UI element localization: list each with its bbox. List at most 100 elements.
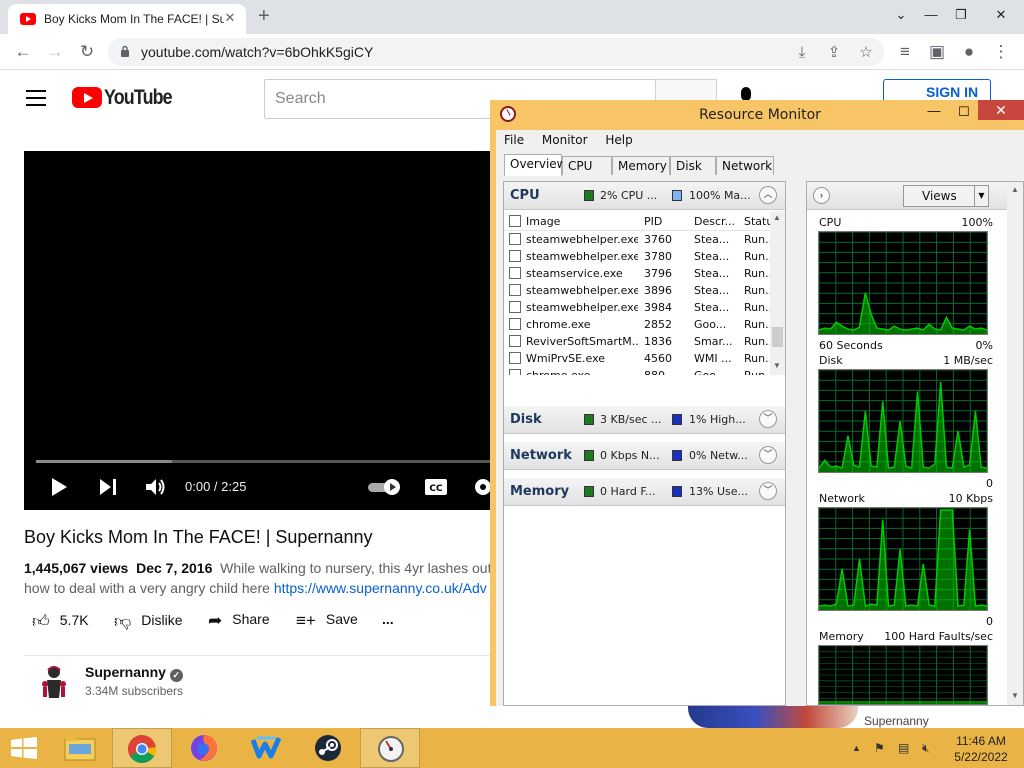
process-row[interactable]: chrome.exe 2852 Goo... Run... — [504, 316, 770, 333]
browser-tab[interactable]: Boy Kicks Mom In The FACE! | Supernanny … — [8, 4, 246, 34]
col-pid[interactable]: PID — [644, 215, 662, 228]
share-button[interactable]: ➦ Share — [208, 611, 270, 631]
scroll-down-icon[interactable]: ▼ — [773, 361, 781, 370]
disk-section-header[interactable]: Disk 3 KB/sec ... 1% High... ﹀ — [504, 406, 785, 434]
youtube-logo-icon[interactable] — [72, 87, 102, 108]
media-icon[interactable]: ≡ — [894, 41, 916, 63]
process-row[interactable]: steamwebhelper.exe 3984 Stea... Run... — [504, 299, 770, 316]
process-row[interactable]: steamwebhelper.exe 3760 Stea... Run... — [504, 231, 770, 248]
taskbar-file-explorer[interactable] — [50, 728, 110, 768]
process-checkbox[interactable] — [509, 284, 521, 296]
collapse-graph-pane-icon[interactable]: › — [813, 187, 830, 204]
share-icon[interactable]: ⇪ — [824, 43, 844, 63]
views-dropdown[interactable]: Views ▼ — [903, 185, 989, 207]
taskbar-resource-monitor[interactable] — [360, 728, 420, 768]
back-icon[interactable]: ← — [12, 41, 34, 63]
action-center-flag-icon[interactable]: ⚑ — [874, 741, 885, 755]
process-checkbox[interactable] — [509, 267, 521, 279]
profile-icon[interactable]: ● — [958, 41, 980, 63]
close-window-icon[interactable]: ✕ — [986, 2, 1016, 28]
memory-section-header[interactable]: Memory 0 Hard F... 13% Use... ﹀ — [504, 478, 785, 506]
video-player[interactable]: 0:00 / 2:25 CC — [24, 151, 490, 510]
play-icon[interactable] — [50, 477, 68, 497]
scroll-up-icon[interactable]: ▲ — [773, 213, 781, 222]
rm-close-icon[interactable]: ✕ — [978, 100, 1024, 120]
rm-minimize-icon[interactable]: — — [922, 103, 946, 123]
tab-disk[interactable]: Disk — [670, 156, 716, 175]
process-checkbox[interactable] — [509, 318, 521, 330]
scrollbar-thumb[interactable] — [772, 327, 783, 347]
process-checkbox[interactable] — [509, 335, 521, 347]
network-section-header[interactable]: Network 0 Kbps N... 0% Netw... ﹀ — [504, 442, 785, 470]
next-icon[interactable] — [98, 478, 118, 496]
process-row[interactable]: steamservice.exe 3796 Stea... Run... — [504, 265, 770, 282]
autoplay-toggle[interactable] — [368, 479, 402, 495]
expand-chevron-icon[interactable]: ﹀ — [759, 482, 777, 500]
select-all-checkbox[interactable] — [509, 215, 521, 227]
process-row[interactable]: steamwebhelper.exe 3780 Stea... Run... — [504, 248, 770, 265]
tab-memory[interactable]: Memory — [612, 156, 670, 175]
show-hidden-icons[interactable]: ▲ — [852, 743, 861, 753]
star-icon[interactable]: ☆ — [856, 43, 876, 63]
network-status-icon[interactable]: ▤ — [898, 741, 909, 755]
col-status[interactable]: Statu — [744, 215, 773, 228]
install-icon[interactable]: ⤓ — [792, 43, 812, 63]
volume-icon[interactable] — [145, 477, 167, 497]
menu-monitor[interactable]: Monitor — [542, 133, 588, 147]
process-checkbox[interactable] — [509, 233, 521, 245]
dislike-button[interactable]: 👎︎ Dislike — [114, 611, 183, 631]
hamburger-icon[interactable] — [26, 90, 46, 106]
pane-splitter[interactable] — [791, 181, 803, 706]
process-row[interactable]: chrome.exe 880 Goo... Run... — [504, 367, 770, 375]
sign-in-button[interactable]: SIGN IN — [883, 79, 991, 101]
scroll-up-icon[interactable]: ▲ — [1011, 185, 1019, 194]
process-scrollbar[interactable]: ▲ ▼ — [770, 211, 785, 375]
mic-icon[interactable] — [741, 87, 751, 101]
process-checkbox[interactable] — [509, 301, 521, 313]
tab-network[interactable]: Network — [716, 156, 774, 175]
rm-titlebar[interactable]: Resource Monitor — ☐ ✕ — [490, 100, 1024, 130]
video-description[interactable]: how to deal with a very angry child here… — [24, 580, 494, 596]
sidepanel-icon[interactable]: ▣ — [926, 41, 948, 63]
more-actions-button[interactable]: ... — [382, 611, 394, 631]
col-image[interactable]: Image — [526, 215, 560, 228]
menu-file[interactable]: File — [504, 133, 524, 147]
taskbar-steam[interactable] — [298, 728, 358, 768]
process-row[interactable]: ReviverSoftSmartM... 1836 Smar... Run... — [504, 333, 770, 350]
expand-chevron-icon[interactable]: ﹀ — [759, 446, 777, 464]
youtube-wordmark[interactable]: YouTube — [104, 86, 173, 110]
cpu-section-header[interactable]: CPU 2% CPU ... 100% Ma... ︿ — [504, 182, 785, 210]
tab-close-icon[interactable]: ✕ — [222, 10, 238, 26]
taskbar-app[interactable] — [236, 728, 296, 768]
tab-cpu[interactable]: CPU — [562, 156, 612, 175]
tab-overview[interactable]: Overview — [504, 154, 567, 176]
reload-icon[interactable]: ↻ — [76, 41, 98, 63]
address-bar[interactable]: youtube.com/watch?v=6bOhkK5giCY ⤓ ⇪ ☆ — [108, 38, 884, 66]
collapse-chevron-icon[interactable]: ︿ — [759, 186, 777, 204]
captions-icon[interactable]: CC — [424, 477, 448, 497]
graph-pane-scrollbar[interactable]: ▲ ▼ — [1007, 182, 1023, 705]
channel-avatar[interactable] — [38, 664, 70, 700]
process-row[interactable]: steamwebhelper.exe 3896 Stea... Run... — [504, 282, 770, 299]
system-clock[interactable]: 11:46 AM 5/22/2022 — [944, 733, 1018, 765]
expand-chevron-icon[interactable]: ﹀ — [759, 410, 777, 428]
like-button[interactable]: 👍︎ 5.7K — [32, 611, 89, 631]
volume-muted-icon[interactable]: 🔇︎ — [922, 741, 930, 756]
description-link[interactable]: https://www.supernanny.co.uk/Adv — [274, 580, 487, 596]
process-checkbox[interactable] — [509, 369, 521, 375]
start-windows-icon[interactable] — [10, 737, 38, 759]
process-checkbox[interactable] — [509, 250, 521, 262]
thumbnail-fragment[interactable] — [688, 706, 858, 728]
scroll-down-icon[interactable]: ▼ — [1011, 691, 1019, 700]
menu-help[interactable]: Help — [605, 133, 632, 147]
progress-bar[interactable] — [36, 460, 490, 463]
menu-icon[interactable]: ⋮ — [990, 41, 1012, 63]
process-row[interactable]: WmiPrvSE.exe 4560 WMI ... Run... — [504, 350, 770, 367]
related-channel-name[interactable]: Supernanny — [864, 714, 929, 728]
col-description[interactable]: Descr... — [694, 215, 735, 228]
minimize-icon[interactable]: — — [916, 2, 946, 28]
forward-icon[interactable]: → — [44, 41, 66, 63]
taskbar-firefox[interactable] — [174, 728, 234, 768]
process-checkbox[interactable] — [509, 352, 521, 364]
restore-icon[interactable]: ❐ — [946, 2, 976, 28]
